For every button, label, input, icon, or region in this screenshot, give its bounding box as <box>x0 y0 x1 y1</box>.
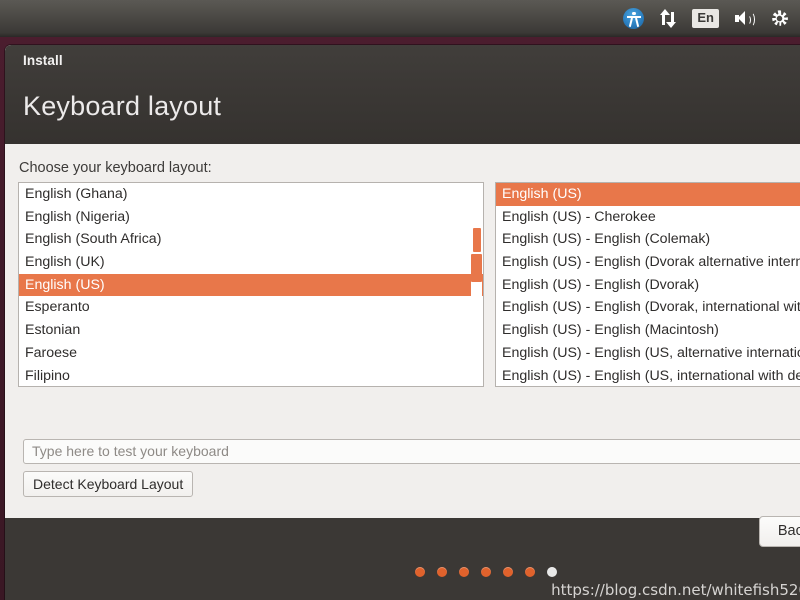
keyboard-variant-item[interactable]: English (US) - English (Colemak) <box>496 228 800 251</box>
keyboard-variant-item[interactable]: English (US) - English (Dvorak) <box>496 274 800 297</box>
keyboard-layout-list-scrollbar[interactable] <box>471 184 482 385</box>
keyboard-layout-item[interactable]: Esperanto <box>19 296 483 319</box>
keyboard-variant-item[interactable]: English (US) - English (US, internationa… <box>496 365 800 388</box>
keyboard-variant-item[interactable]: English (US) <box>496 183 800 206</box>
volume-icon-wave-outer <box>747 12 755 27</box>
installer-footer: https://blog.csdn.net/whitefish520 <box>5 518 800 600</box>
keyboard-layout-item[interactable]: Filipino <box>19 365 483 388</box>
progress-dot <box>525 567 535 577</box>
progress-dot <box>503 567 513 577</box>
keyboard-variant-list[interactable]: English (US)English (US) - CherokeeEngli… <box>495 182 800 387</box>
keyboard-layout-item[interactable]: English (US) <box>19 274 483 297</box>
keyboard-variant-item[interactable]: English (US) - English (US, alternative … <box>496 342 800 365</box>
volume-icon <box>735 10 754 27</box>
keyboard-test-input[interactable] <box>23 439 800 464</box>
keyboard-layout-item[interactable]: English (Nigeria) <box>19 206 483 229</box>
page-title: Keyboard layout <box>23 91 221 122</box>
unity-top-panel: En <box>0 0 800 37</box>
keyboard-layout-list[interactable]: English (Ghana)English (Nigeria)English … <box>18 182 484 387</box>
progress-dot <box>459 567 469 577</box>
keyboard-layout-item[interactable]: English (Ghana) <box>19 183 483 206</box>
keyboard-variant-item[interactable]: English (US) - Cherokee <box>496 206 800 229</box>
window-header: Install Keyboard layout <box>5 45 800 144</box>
network-icon-down-shaft <box>671 12 674 24</box>
progress-dot <box>481 567 491 577</box>
network-icon-up-shaft <box>662 13 665 25</box>
screen: En Install Key <box>0 0 800 600</box>
back-button[interactable]: Back <box>759 516 800 547</box>
keyboard-layout-item[interactable]: Estonian <box>19 319 483 342</box>
system-menu-gear-icon <box>770 9 789 28</box>
network-indicator[interactable] <box>653 0 683 37</box>
progress-dot <box>437 567 447 577</box>
volume-icon-cone <box>738 11 745 25</box>
keyboard-variant-list-rows: English (US)English (US) - CherokeeEngli… <box>496 183 800 387</box>
detect-keyboard-layout-button[interactable]: Detect Keyboard Layout <box>23 471 193 497</box>
accessibility-icon <box>623 8 644 29</box>
keyboard-layout-item[interactable]: English (UK) <box>19 251 483 274</box>
progress-dots <box>415 567 557 577</box>
keyboard-variant-item[interactable]: English (US) - English (Dvorak alternati… <box>496 251 800 274</box>
keyboard-layout-item[interactable]: English (South Africa) <box>19 228 483 251</box>
system-menu-indicator[interactable] <box>763 0 796 37</box>
accessibility-icon-legs <box>630 18 637 27</box>
keyboard-layout-list-scroll-thumb-upper[interactable] <box>473 228 481 252</box>
keyboard-variant-item[interactable]: English (US) - English (Macintosh) <box>496 319 800 342</box>
keyboard-layout-item[interactable]: Faroese <box>19 342 483 365</box>
keyboard-variant-item[interactable]: English (US) - English (Dvorak, internat… <box>496 296 800 319</box>
network-icon <box>660 9 676 28</box>
accessibility-indicator[interactable] <box>616 0 651 37</box>
installer-window: Install Keyboard layout Choose your keyb… <box>5 45 800 600</box>
keyboard-layout-list-scroll-thumb[interactable] <box>471 254 482 282</box>
choose-layout-label: Choose your keyboard layout: <box>19 160 212 176</box>
progress-dot <box>415 567 425 577</box>
keyboard-layout-list-rows: English (Ghana)English (Nigeria)English … <box>19 183 483 387</box>
volume-indicator[interactable] <box>728 0 761 37</box>
indicator-area: En <box>616 0 796 37</box>
window-content: Choose your keyboard layout: English (Gh… <box>5 144 800 518</box>
window-title: Install <box>23 53 63 68</box>
watermark-text: https://blog.csdn.net/whitefish520 <box>551 581 800 599</box>
keyboard-language-label: En <box>692 9 719 28</box>
progress-dot <box>547 567 557 577</box>
keyboard-language-indicator[interactable]: En <box>685 0 726 37</box>
